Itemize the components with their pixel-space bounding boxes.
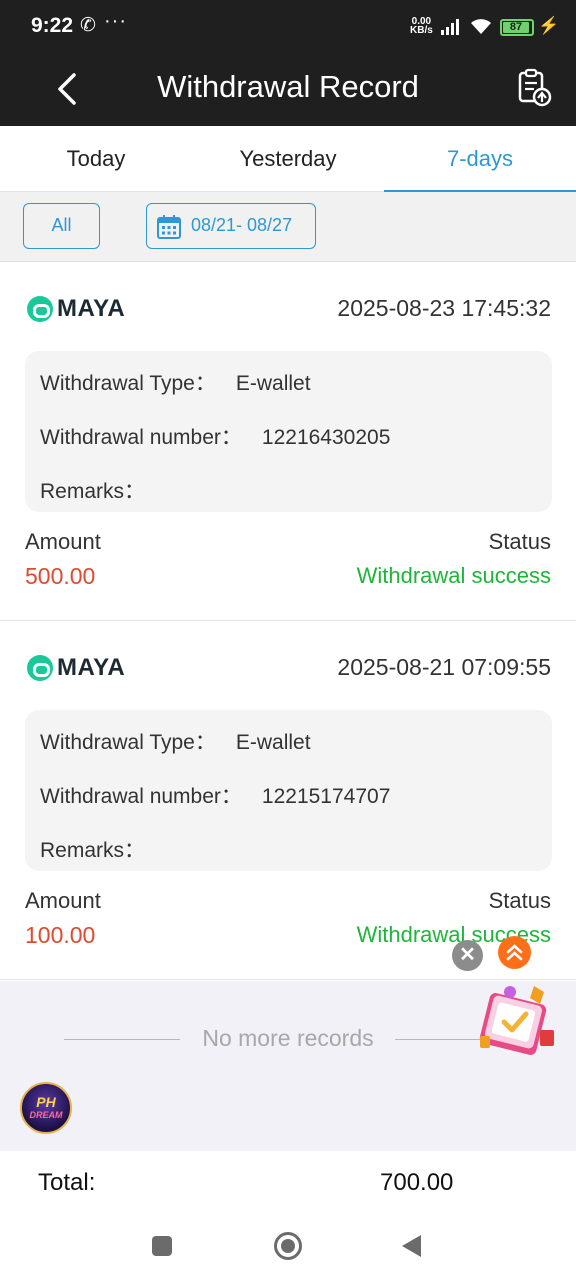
ph-dream-logo[interactable]: PH DREAM <box>20 1082 72 1134</box>
brand-name: MAYA <box>57 654 126 681</box>
network-speed-unit: KB/s <box>410 25 433 36</box>
remarks-row: Remarks： <box>40 475 165 505</box>
record-card[interactable]: MAYA 2025-08-21 07:09:55 Withdrawal Type… <box>0 622 576 980</box>
amount-value: 500.00 <box>25 563 96 589</box>
status-label: Status <box>488 888 551 913</box>
payment-brand: MAYA <box>27 293 125 325</box>
withdrawal-type-label: Withdrawal Type： <box>40 372 216 395</box>
payment-brand: MAYA <box>27 652 125 684</box>
battery-icon: 87 <box>500 19 534 36</box>
tab-today[interactable]: Today <box>0 126 192 192</box>
withdrawal-type-value: E-wallet <box>235 731 311 754</box>
withdrawal-number-value: 12215174707 <box>261 785 391 808</box>
page-title: Withdrawal Record <box>157 69 419 104</box>
amount-value: 100.00 <box>25 922 96 948</box>
brand-name: MAYA <box>57 295 126 322</box>
dream-logo-text: DREAM <box>29 1110 63 1120</box>
double-chevron-up-icon <box>506 944 523 961</box>
withdrawal-number-row: Withdrawal number： 12215174707 <box>40 780 390 810</box>
amount-label: Amount <box>25 529 101 554</box>
record-card[interactable]: MAYA 2025-08-23 17:45:32 Withdrawal Type… <box>0 263 576 621</box>
status-bar: 9:22 ✆ ··· 0.00 KB/s 87 ⚡ <box>0 0 576 52</box>
withdrawal-number-label: Withdrawal number： <box>40 785 242 808</box>
scroll-top-button[interactable] <box>498 936 531 969</box>
clipboard-upload-icon <box>518 68 552 107</box>
filter-all-button[interactable]: All <box>23 203 100 249</box>
more-notifications: ··· <box>104 10 127 32</box>
tab-yesterday[interactable]: Yesterday <box>192 126 384 192</box>
withdrawal-type-label: Withdrawal Type： <box>40 731 216 754</box>
status-label: Status <box>488 529 551 554</box>
call-icon: ✆ <box>80 15 96 36</box>
signal-icon <box>441 19 459 35</box>
home-button[interactable] <box>274 1232 302 1260</box>
withdrawal-type-row: Withdrawal Type： E-wallet <box>40 367 311 397</box>
gift-box-icon <box>479 986 554 1055</box>
charging-icon: ⚡ <box>538 16 560 35</box>
report-button[interactable] <box>514 68 554 108</box>
battery-level: 87 <box>509 21 523 33</box>
remarks-label: Remarks： <box>40 480 146 503</box>
system-back-button[interactable] <box>402 1235 421 1257</box>
total-value: 700.00 <box>380 1169 454 1196</box>
record-details: Withdrawal Type： E-wallet Withdrawal numb… <box>25 710 552 871</box>
app-header: Withdrawal Record <box>0 52 576 126</box>
recents-button[interactable] <box>152 1236 172 1256</box>
withdrawal-type-row: Withdrawal Type： E-wallet <box>40 726 311 756</box>
tab-7-days[interactable]: 7-days <box>384 126 576 193</box>
withdrawal-number-value: 12216430205 <box>261 426 391 449</box>
filter-bar: All 08/21- 08/27 <box>0 192 576 262</box>
remarks-row: Remarks： <box>40 834 165 864</box>
reward-gift-button[interactable] <box>474 978 560 1060</box>
period-tabs: Today Yesterday 7-days <box>0 126 576 193</box>
calendar-icon <box>157 215 181 239</box>
close-icon: ✕ <box>459 944 476 966</box>
network-speed: 0.00 KB/s <box>410 17 433 36</box>
withdrawal-type-value: E-wallet <box>235 372 311 395</box>
record-time: 2025-08-23 17:45:32 <box>337 295 551 321</box>
ph-logo-text: PH <box>36 1094 56 1110</box>
withdrawal-number-label: Withdrawal number： <box>40 426 242 449</box>
record-details: Withdrawal Type： E-wallet Withdrawal numb… <box>25 351 552 512</box>
maya-logo-icon <box>27 296 53 322</box>
record-time: 2025-08-21 07:09:55 <box>337 654 551 680</box>
top-bar: 9:22 ✆ ··· 0.00 KB/s 87 ⚡ Withdrawal Rec… <box>0 0 576 126</box>
remarks-label: Remarks： <box>40 839 146 862</box>
date-range-button[interactable]: 08/21- 08/27 <box>146 203 316 249</box>
status-value: Withdrawal success <box>356 563 551 588</box>
system-nav-bar <box>0 1213 576 1280</box>
status-time: 9:22 <box>31 14 74 37</box>
amount-label: Amount <box>25 888 101 913</box>
date-range-label: 08/21- 08/27 <box>191 215 293 235</box>
total-label: Total: <box>38 1169 96 1196</box>
total-bar: Total: 700.00 <box>0 1151 576 1213</box>
wifi-icon <box>471 19 491 34</box>
withdrawal-number-row: Withdrawal number： 12216430205 <box>40 421 390 451</box>
maya-logo-icon <box>27 655 53 681</box>
close-float-button[interactable]: ✕ <box>452 940 483 971</box>
